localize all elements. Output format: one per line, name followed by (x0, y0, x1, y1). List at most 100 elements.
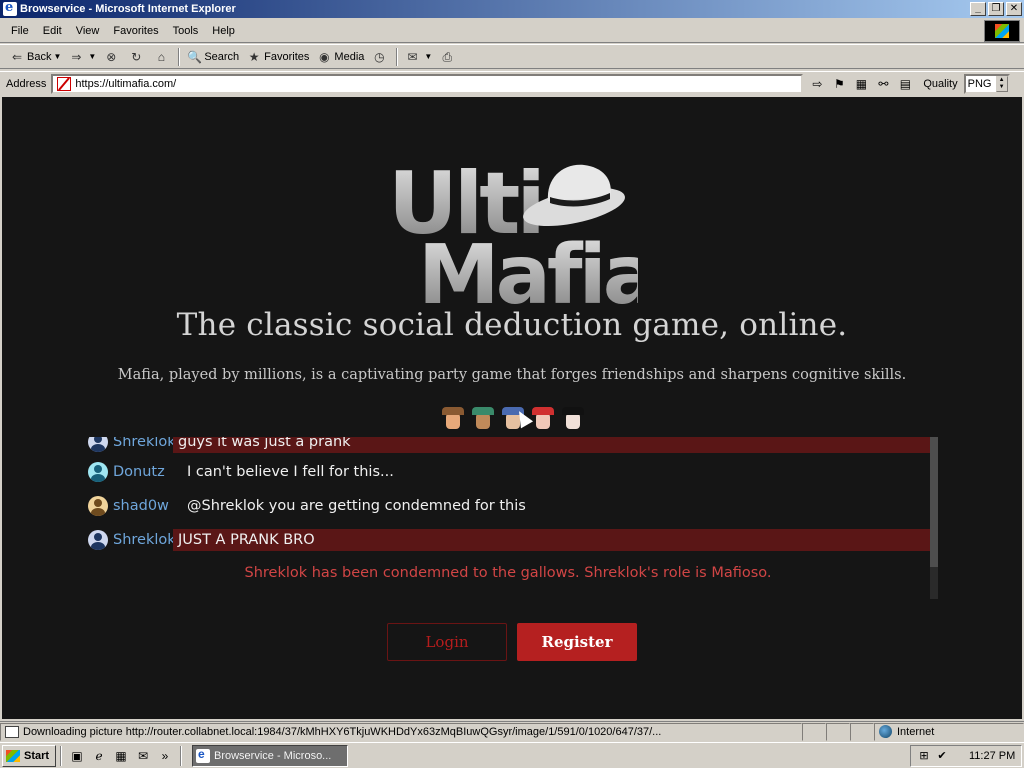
back-button[interactable]: ⇐ Back ▼ (6, 47, 65, 67)
task-label: Browservice - Microso... (214, 749, 332, 762)
user-avatar (88, 437, 108, 452)
mail-button[interactable]: ✉ ▼ (401, 47, 436, 67)
clock[interactable]: 11:27 PM (969, 750, 1015, 762)
home-button[interactable]: ⌂ (150, 47, 175, 67)
task-browservice[interactable]: Browservice - Microso... (192, 744, 348, 767)
logo-text-mafia: Mafia (418, 228, 638, 309)
detective-avatar-icon (438, 405, 468, 435)
search-label: Search (204, 50, 240, 63)
status-bar: Downloading picture http://router.collab… (0, 721, 1024, 741)
outlook-quicklaunch-icon[interactable]: ✉ (134, 747, 152, 765)
clipboard-icon[interactable]: ▤ (897, 76, 913, 92)
start-button[interactable]: Start (2, 744, 56, 767)
address-bar: Address https://ultimafia.com/ ⇨ ⚑ ▦ ⚯ ▤… (0, 71, 1024, 95)
stop-icon: ⊗ (106, 49, 117, 64)
status-cell (850, 722, 874, 741)
address-url: https://ultimafia.com/ (75, 77, 177, 90)
explorer-quicklaunch-icon[interactable]: ▦ (112, 747, 130, 765)
favorites-icon: ★ (248, 49, 260, 64)
stop-button[interactable]: ⊗ (100, 47, 125, 67)
history-icon: ◷ (374, 49, 385, 64)
media-button[interactable]: ◉ Media (313, 47, 368, 67)
page-tagline: The classic social deduction game, onlin… (176, 307, 848, 343)
history-button[interactable]: ◷ (368, 47, 393, 67)
chat-text: guys it was just a prank (173, 437, 930, 453)
menu-help[interactable]: Help (205, 25, 242, 37)
status-cell (802, 722, 826, 741)
menu-view[interactable]: View (69, 25, 107, 37)
chat-message: Donutz I can't believe I fell for this..… (86, 461, 930, 483)
minimize-button[interactable]: _ (970, 2, 986, 16)
go-arrow-icon[interactable]: ⇨ (809, 76, 825, 92)
chat-username: shad0w (113, 498, 169, 514)
globe-icon (879, 725, 892, 738)
favorites-button[interactable]: ★ Favorites (243, 47, 313, 67)
windows-flag-icon (6, 749, 20, 762)
chat-message: Shreklok guys it was just a prank (86, 437, 930, 453)
refresh-button[interactable]: ↻ (125, 47, 150, 67)
chat-username: Shreklok (113, 437, 173, 450)
toolbar-divider (396, 47, 399, 66)
show-desktop-icon[interactable]: ▣ (68, 747, 86, 765)
back-arrow-icon: ⇐ (11, 49, 23, 64)
ie-quicklaunch-icon[interactable]: ℯ (90, 747, 108, 765)
toolbar: ⇐ Back ▼ ⇒ ▼ ⊗ ↻ ⌂ 🔍 Search ★ Favorites … (0, 44, 1024, 69)
address-tools: ⇨ ⚑ ▦ ⚯ ▤ Quality PNG ▲ ▼ (809, 73, 1010, 94)
print-button[interactable]: ⎙ (436, 47, 461, 67)
quality-select[interactable]: PNG ▲ ▼ (963, 73, 1010, 94)
user-avatar (88, 530, 108, 550)
role-avatars (438, 405, 588, 435)
chat-text: JUST A PRANK BRO (173, 529, 930, 551)
address-label: Address (6, 77, 47, 90)
maximize-button[interactable]: ❐ (988, 2, 1004, 16)
user-avatar (88, 496, 108, 516)
start-label: Start (24, 749, 50, 762)
chat-text: I can't believe I fell for this... (187, 464, 394, 480)
bookmark-icon[interactable]: ⚑ (831, 76, 847, 92)
ie-icon (196, 747, 210, 763)
register-button[interactable]: Register (517, 623, 637, 661)
more-chevron-icon[interactable]: » (156, 747, 174, 765)
network-icon[interactable]: ⊞ (917, 749, 931, 763)
media-icon: ◉ (319, 49, 330, 64)
chevron-down-icon[interactable]: ▼ (53, 52, 61, 61)
menu-favorites[interactable]: Favorites (106, 25, 165, 37)
window-controls: _ ❐ ✕ (970, 2, 1022, 16)
page-icon (57, 76, 72, 91)
forward-arrow-icon: ⇒ (71, 49, 82, 64)
user-avatar (88, 462, 108, 482)
browser-window: Browservice - Microsoft Internet Explore… (0, 0, 1024, 742)
close-button[interactable]: ✕ (1006, 2, 1022, 16)
chevron-down-icon[interactable]: ▼ (88, 52, 96, 61)
chat-username: Donutz (113, 464, 165, 480)
search-button[interactable]: 🔍 Search (183, 47, 243, 67)
quality-value: PNG (967, 77, 992, 90)
taskbar: Start ▣ ℯ ▦ ✉ » Browservice - Microso...… (0, 742, 1024, 768)
login-button[interactable]: Login (387, 623, 507, 661)
scrollbar-thumb[interactable] (930, 437, 938, 567)
back-label: Back (27, 50, 52, 63)
menu-file[interactable]: File (4, 25, 36, 37)
menu-edit[interactable]: Edit (36, 25, 69, 37)
favorites-label: Favorites (264, 50, 310, 63)
page-subline: Mafia, played by millions, is a captivat… (117, 367, 907, 383)
windows-logo-icon (984, 20, 1020, 42)
print-icon: ⎙ (442, 49, 453, 64)
find-icon[interactable]: ⚯ (875, 76, 891, 92)
forward-button[interactable]: ⇒ ▼ (65, 47, 100, 67)
page-tool-icon[interactable]: ▦ (853, 76, 869, 92)
spinner-icon[interactable]: ▲ ▼ (995, 75, 1008, 92)
security-tray-icon[interactable]: ✔ (935, 749, 949, 763)
villager-avatar-icon (468, 405, 498, 435)
mafioso-avatar-icon (558, 405, 588, 435)
status-cell (826, 722, 850, 741)
search-icon: 🔍 (187, 49, 203, 64)
chat-message: shad0w @Shreklok you are getting condemn… (86, 495, 930, 517)
chevron-down-icon[interactable]: ▼ (424, 52, 432, 61)
address-input[interactable]: https://ultimafia.com/ (51, 73, 804, 94)
title-bar[interactable]: Browservice - Microsoft Internet Explore… (0, 0, 1024, 18)
chat-scrollbar[interactable] (930, 437, 938, 599)
system-tray: ⊞ ✔ 11:27 PM (910, 745, 1022, 767)
media-label: Media (334, 50, 365, 63)
menu-tools[interactable]: Tools (166, 25, 206, 37)
